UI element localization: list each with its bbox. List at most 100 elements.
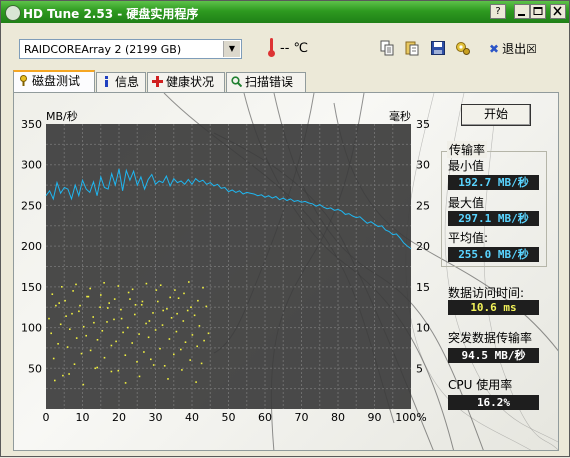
access-time-point [183, 292, 185, 295]
access-time-point [188, 281, 190, 283]
access-time-point [155, 289, 158, 291]
access-time-point [175, 330, 178, 333]
access-time-point [131, 288, 134, 291]
access-time-point [115, 340, 117, 343]
access-time-point [166, 308, 168, 310]
access-time-point [113, 298, 116, 300]
access-time-point [145, 282, 148, 285]
access-time-point [62, 374, 64, 377]
access-time-point [134, 313, 136, 316]
access-time-point [136, 361, 138, 363]
y-left-tick-label: 50 [28, 362, 42, 375]
access-time-point [57, 343, 59, 345]
access-time-point [55, 304, 57, 307]
x-tick-label: 40 [185, 411, 199, 424]
access-time-point [94, 367, 97, 370]
access-time-point [127, 326, 129, 329]
access-time-point [145, 322, 147, 325]
max-value: 297.1 MB/秒 [448, 211, 539, 226]
access-time-point [92, 316, 94, 318]
access-time-point [170, 317, 173, 319]
y-right-axis-label: 毫秒 [389, 109, 411, 123]
access-time-point [174, 289, 176, 291]
y-right-tick-label: 15 [416, 281, 430, 294]
access-time-point [93, 321, 95, 324]
access-time-point [82, 325, 85, 328]
access-time-point [184, 341, 187, 343]
access-time-point [72, 290, 74, 292]
access-time-point [138, 375, 141, 378]
access-time-point [143, 351, 145, 353]
access-time-point [181, 369, 183, 371]
access-time-point [148, 320, 151, 322]
start-button[interactable]: 开始 [461, 104, 531, 126]
y-right-tick-label: 35 [416, 118, 430, 131]
access-time-point [65, 315, 67, 317]
access-time-point [96, 339, 99, 341]
access-time-point [161, 324, 164, 326]
access-time-point [167, 378, 169, 380]
access-time-point [162, 309, 164, 312]
access-time-point [189, 359, 191, 361]
access-time-point [75, 283, 77, 286]
access-time-point [198, 325, 201, 327]
max-label: 最大值 [448, 196, 485, 210]
y-left-tick-label: 150 [21, 281, 42, 294]
access-time-point [59, 323, 62, 326]
access-time-point [58, 302, 60, 304]
access-time-point [79, 304, 81, 307]
access-time-point [101, 330, 104, 332]
access-time-point [80, 352, 83, 355]
access-time-point [110, 344, 113, 347]
x-tick-label: 50 [222, 411, 236, 424]
access-time-label: 数据访问时间: [448, 286, 525, 300]
access-time-point [138, 333, 140, 335]
access-time-point [154, 329, 157, 331]
access-time-point [51, 293, 54, 295]
access-time-point [110, 370, 113, 373]
access-time-point [120, 308, 122, 311]
access-time-point [195, 381, 197, 383]
x-tick-label: 100% [395, 411, 426, 424]
y-left-tick-label: 200 [21, 240, 42, 253]
access-time-point [117, 285, 120, 287]
access-time-point [78, 310, 80, 313]
access-time-point [169, 296, 171, 299]
access-time-point [73, 363, 76, 365]
x-tick-label: 60 [258, 411, 272, 424]
x-tick-label: 0 [43, 411, 50, 424]
access-time-point [182, 320, 185, 322]
access-time-point [159, 284, 162, 286]
access-time-point [124, 354, 127, 356]
access-time-point [64, 299, 66, 302]
access-time-point [163, 365, 166, 367]
access-time-point [71, 312, 73, 315]
access-time-point [152, 312, 154, 314]
min-value: 192.7 MB/秒 [448, 175, 539, 190]
access-time-point [61, 286, 63, 288]
access-time-point [140, 304, 143, 306]
access-time-point [100, 294, 102, 296]
access-time-point [52, 357, 55, 360]
access-time-point [186, 309, 189, 312]
burst-rate-value: 94.5 MB/秒 [448, 348, 539, 363]
access-time-point [96, 366, 98, 369]
access-time-point [152, 364, 155, 366]
avg-label: 平均值: [448, 231, 489, 245]
y-right-tick-label: 10 [416, 322, 430, 335]
x-tick-label: 10 [76, 411, 90, 424]
access-time-point [203, 339, 205, 342]
y-left-tick-label: 350 [21, 118, 42, 131]
access-time-point [122, 331, 124, 334]
chart-plot-area [46, 124, 411, 409]
x-tick-label: 30 [149, 411, 163, 424]
cpu-usage-value: 16.2% [448, 395, 539, 410]
access-time-point [103, 282, 105, 284]
access-time-point [205, 305, 208, 308]
access-time-point [207, 332, 210, 335]
access-time-point [54, 379, 56, 382]
access-time-point [99, 306, 101, 308]
access-time-point [107, 307, 109, 309]
y-left-tick-label: 100 [21, 322, 42, 335]
access-time-point [69, 328, 71, 330]
